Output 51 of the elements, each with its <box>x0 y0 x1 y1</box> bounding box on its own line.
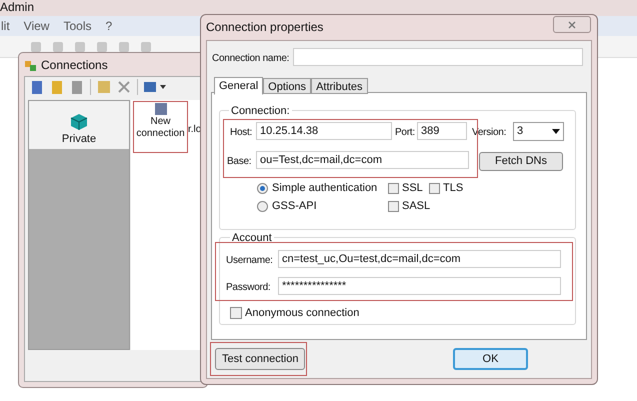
field-label: Connection name: <box>212 52 290 66</box>
host-field[interactable]: 10.25.14.38 <box>256 122 392 140</box>
sidebar-item[interactable]: Private <box>29 101 129 149</box>
toolbar-icon[interactable] <box>74 40 86 52</box>
field-label: Password: <box>226 281 270 295</box>
tab[interactable]: Attributes <box>311 78 368 94</box>
close-icon <box>568 20 576 28</box>
window-title: Admin <box>0 0 34 16</box>
server-icon <box>154 102 168 116</box>
tab[interactable]: General <box>214 77 264 95</box>
menu-item[interactable]: lit <box>1 17 10 35</box>
menu-item[interactable]: View <box>24 17 50 35</box>
radio-option[interactable]: GSS-API <box>257 198 317 214</box>
toolbar-icon[interactable] <box>118 40 130 52</box>
username-field[interactable]: cn=test_uc,Ou=test,dc=mail,dc=com <box>278 250 561 268</box>
view-icon[interactable] <box>144 81 166 93</box>
menu-item[interactable]: Tools <box>63 17 92 35</box>
field-label: Port: <box>395 126 415 140</box>
dialog-title: Connection properties <box>206 19 324 36</box>
fetch-dns-button[interactable]: Fetch DNs <box>479 152 563 171</box>
checkbox-option[interactable]: Anonymous connection <box>230 305 360 322</box>
tab[interactable]: Options <box>263 78 312 94</box>
close-button[interactable] <box>553 16 591 33</box>
connections-icon <box>24 58 37 72</box>
checkbox-option[interactable]: SASL <box>388 198 430 214</box>
radio-option[interactable]: Simple authentication <box>257 180 378 196</box>
test-connection-button[interactable]: Test connection <box>215 348 306 370</box>
password-field[interactable]: *************** <box>278 277 561 295</box>
field-label: Host: <box>230 126 252 140</box>
menu-item[interactable]: ? <box>105 17 112 35</box>
delete-icon[interactable] <box>117 80 131 94</box>
field-label: Base: <box>227 155 252 169</box>
field-label: Username: <box>226 254 273 268</box>
toolbar-icon[interactable] <box>96 40 108 52</box>
toolbar-icon[interactable] <box>30 40 42 52</box>
port-field[interactable]: 389 <box>417 122 467 140</box>
toolbar-icon[interactable] <box>50 80 64 94</box>
connection-name-field[interactable] <box>293 48 583 66</box>
connection-item[interactable]: New connection <box>133 101 188 153</box>
checkbox-option[interactable]: SSL <box>388 180 423 196</box>
toolbar-icon[interactable] <box>30 80 44 94</box>
toolbar-icon[interactable] <box>140 40 152 52</box>
ok-button[interactable]: OK <box>453 348 528 370</box>
base-field[interactable]: ou=Test,dc=mail,dc=com <box>256 151 469 169</box>
cube-icon <box>70 112 88 130</box>
window-title: Connections <box>41 57 108 74</box>
toolbar-icon[interactable] <box>52 40 64 52</box>
dropdown-arrow-icon <box>552 129 560 134</box>
version-dropdown[interactable]: 3 <box>513 122 564 141</box>
checkbox-option[interactable]: TLS <box>429 180 464 196</box>
toolbar-icon[interactable] <box>70 80 84 94</box>
